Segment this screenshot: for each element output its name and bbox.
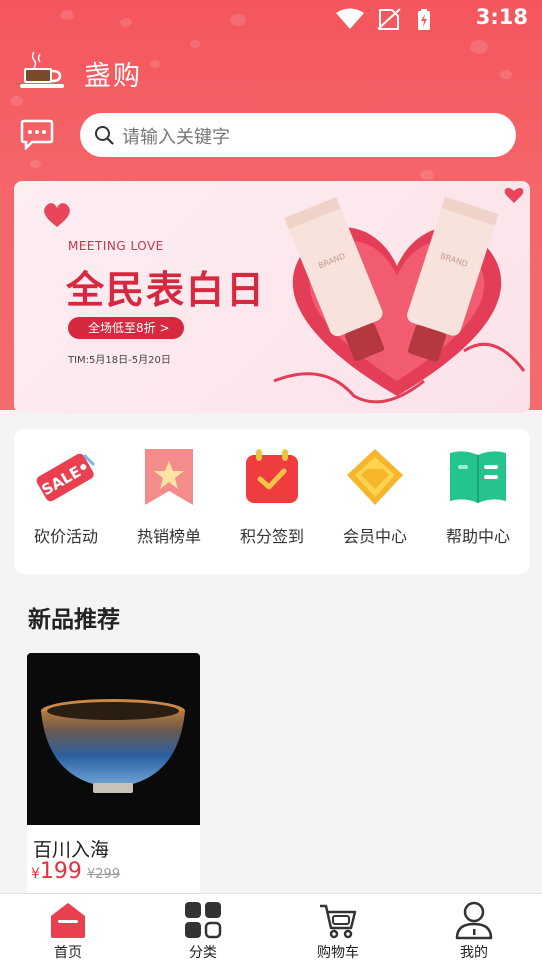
shortcut-label: 会员中心	[342, 527, 407, 546]
book-icon	[450, 451, 506, 503]
home-icon	[51, 903, 85, 938]
shortcut-label: 积分签到	[239, 527, 304, 546]
nav-label: 分类	[189, 945, 217, 961]
nav-profile[interactable]: 我的	[424, 900, 524, 966]
bottom-nav: 首页 分类 购物车 我的	[0, 893, 542, 969]
promo-banner[interactable]: MEETING LOVE 全民表白日 全场低至8折 > TIM:5月18日-5月…	[14, 181, 530, 413]
product-image	[27, 653, 200, 825]
banner-cosmetics-art: BRAND BRAND	[273, 188, 526, 404]
status-time: 3:18	[475, 5, 528, 29]
user-icon	[455, 901, 493, 940]
search-input[interactable]: 请输入关键字	[80, 113, 516, 157]
nav-category[interactable]: 分类	[153, 900, 253, 966]
product-price: ¥199	[31, 859, 82, 884]
tea-bowl-image	[41, 699, 185, 793]
status-icons	[336, 8, 430, 30]
nav-label: 首页	[54, 945, 82, 961]
product-card[interactable]: 百川入海 ¥199 ¥299	[27, 653, 200, 893]
price-value: 199	[39, 859, 82, 884]
grid-icon	[185, 902, 222, 939]
no-sim-icon	[377, 8, 401, 30]
product-name: 百川入海	[33, 839, 110, 861]
star-ribbon-icon	[145, 449, 193, 505]
tea-cup-icon	[20, 51, 64, 88]
diamond-icon	[347, 449, 403, 505]
product-old-price: ¥299	[87, 867, 121, 882]
sale-tag-icon: SALE	[36, 453, 96, 502]
shortcut-checkin[interactable]: 积分签到	[220, 445, 324, 557]
nav-label: 购物车	[317, 945, 359, 961]
shortcut-bargain[interactable]: SALE 砍价活动	[14, 445, 118, 557]
banner-discount-pill[interactable]: 全场低至8折 >	[68, 317, 184, 339]
nav-label: 我的	[460, 945, 488, 961]
cart-icon	[320, 904, 357, 939]
banner-title: 全民表白日	[66, 268, 267, 312]
calendar-check-icon	[246, 449, 298, 503]
section-title: 新品推荐	[28, 607, 120, 633]
status-bar: 3:18	[0, 0, 542, 38]
shortcut-card: SALE 砍价活动 热销榜单 积分签到 会员中心 帮助中心	[14, 429, 530, 574]
shortcut-member[interactable]: 会员中心	[323, 445, 427, 557]
search-placeholder: 请输入关键字	[122, 127, 230, 148]
search-icon	[95, 126, 114, 145]
heart-icon	[44, 203, 70, 227]
brand-name: 盏购	[84, 61, 142, 92]
nav-home[interactable]: 首页	[18, 900, 118, 966]
shortcut-label: 热销榜单	[136, 527, 201, 546]
nav-cart[interactable]: 购物车	[288, 900, 388, 966]
shortcut-help[interactable]: 帮助中心	[426, 445, 530, 557]
message-icon[interactable]	[20, 118, 54, 150]
shortcut-label: 砍价活动	[33, 527, 98, 546]
banner-date: TIM:5月18日-5月20日	[68, 355, 171, 366]
battery-icon	[418, 9, 430, 30]
shortcut-hot-list[interactable]: 热销榜单	[117, 445, 221, 557]
wifi-icon	[336, 8, 364, 29]
shortcut-label: 帮助中心	[445, 527, 510, 546]
banner-subtitle: MEETING LOVE	[68, 239, 164, 253]
currency-symbol: ¥	[31, 866, 40, 882]
